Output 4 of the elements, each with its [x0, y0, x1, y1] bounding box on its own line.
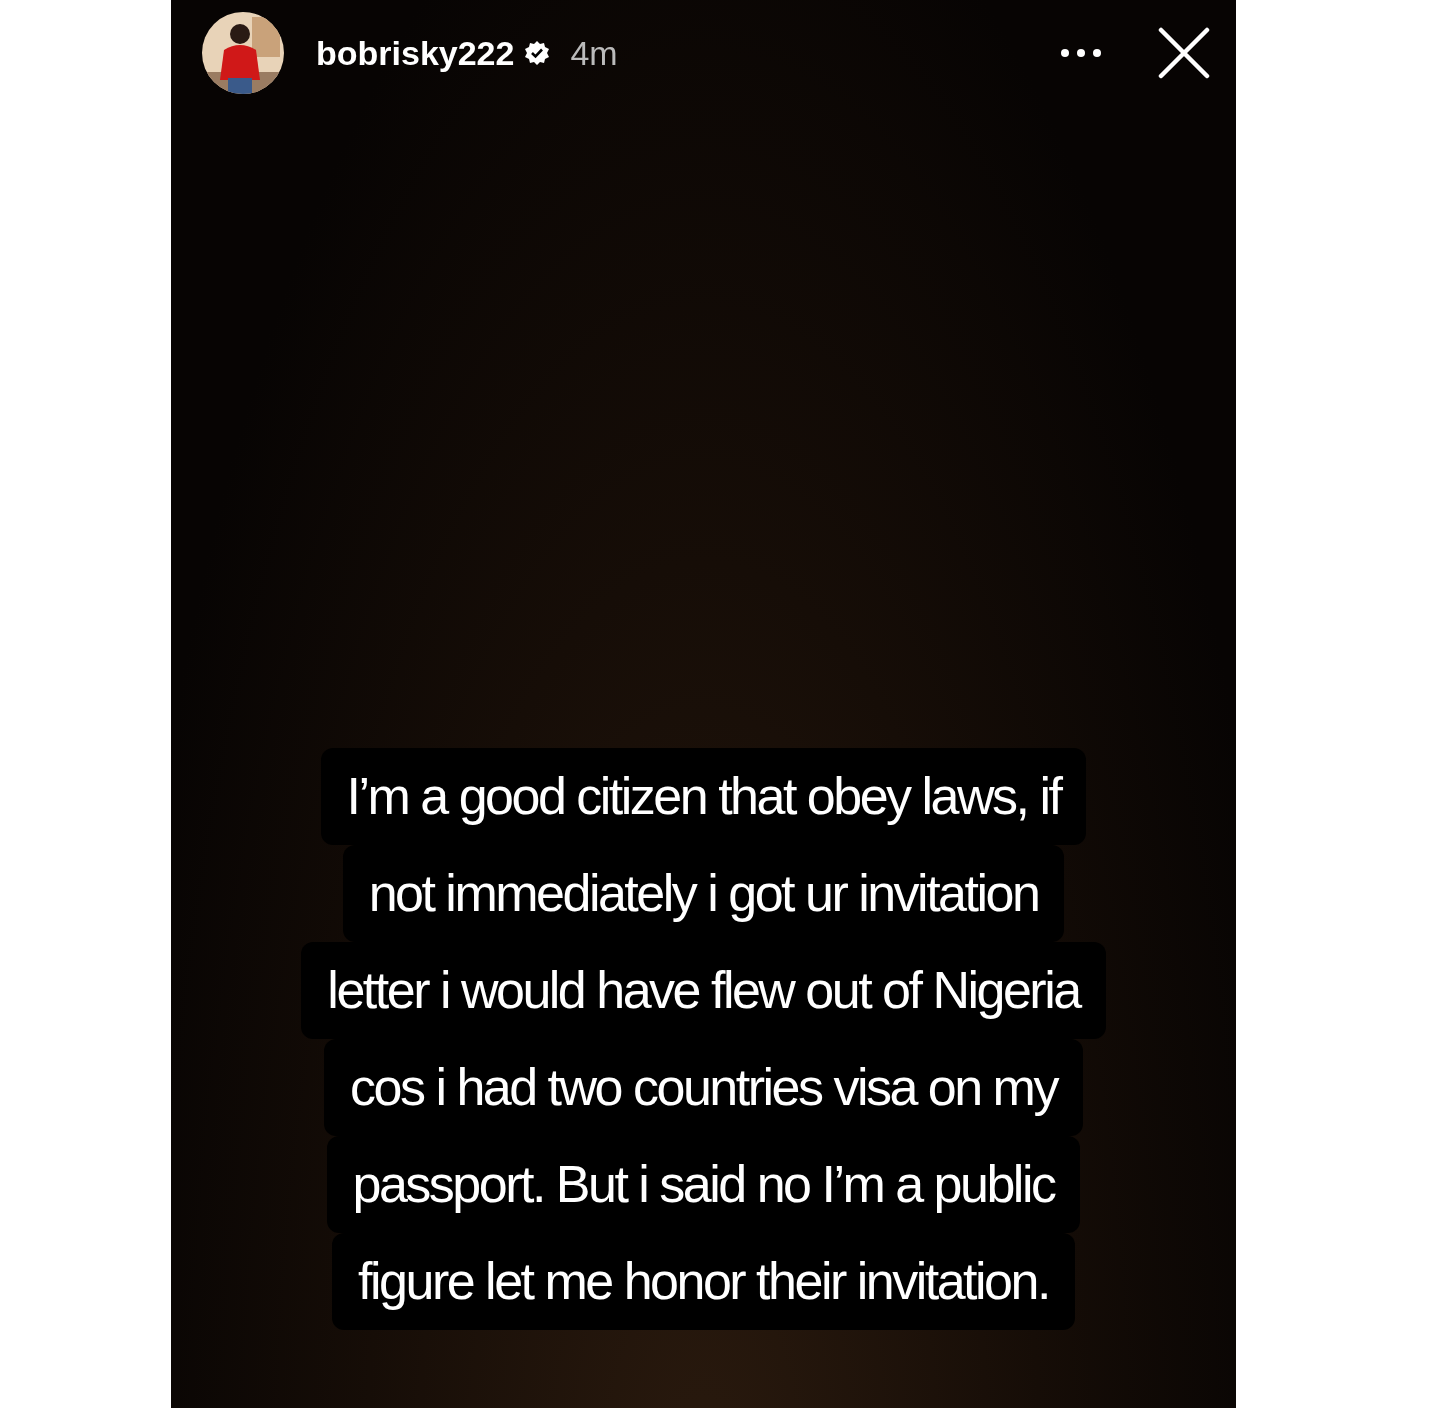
- username[interactable]: bobrisky222: [316, 33, 515, 73]
- more-icon[interactable]: [1060, 48, 1102, 58]
- post-time: 4m: [570, 33, 618, 73]
- close-icon[interactable]: [1158, 27, 1210, 79]
